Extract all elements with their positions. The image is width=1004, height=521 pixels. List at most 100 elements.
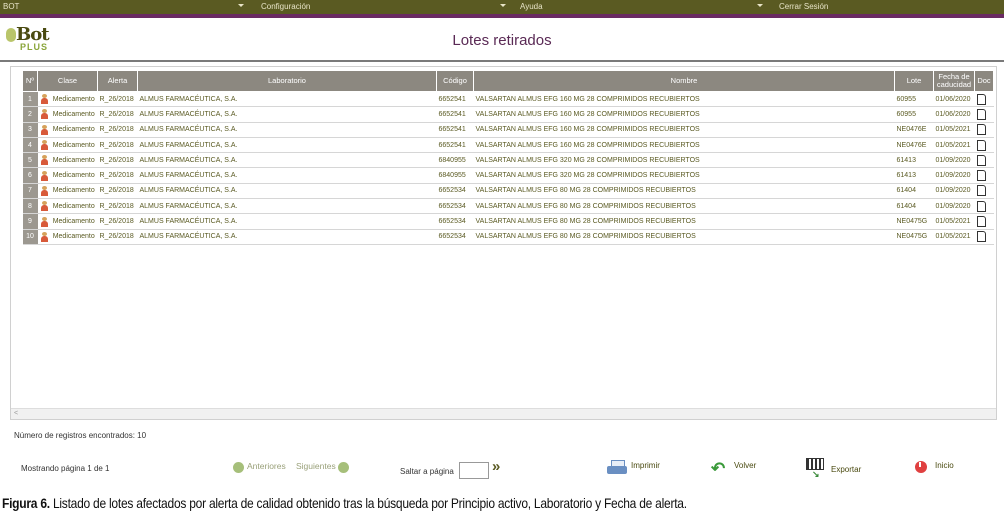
table-row[interactable]: 5 Medicamento R_26/2018 ALMUS FARMACÉUTICA,…: [22, 152, 994, 169]
cell-fecha: 01/06/2020: [933, 106, 975, 123]
cell-nombre: VALSARTAN ALMUS EFG 160 MG 28 COMPRIMIDO…: [473, 122, 895, 138]
cell-fecha: 01/09/2020: [933, 167, 975, 184]
column-header-lote[interactable]: Lote: [894, 70, 934, 92]
figure-caption: Figura 6. Listado de lotes afectados por…: [2, 495, 687, 511]
jump-page-input[interactable]: [459, 462, 489, 479]
cell-alerta: R_26/2018: [97, 229, 138, 245]
previous-arrow-icon[interactable]: [233, 462, 244, 473]
cell-clase: Medicamento: [50, 229, 98, 245]
class-icon-cell: [37, 229, 51, 245]
cell-nombre: VALSARTAN ALMUS EFG 160 MG 28 COMPRIMIDO…: [473, 91, 895, 108]
previous-page-button[interactable]: Anteriores: [247, 461, 286, 471]
table-row[interactable]: 4 Medicamento R_26/2018 ALMUS FARMACÉUTICA,…: [22, 137, 994, 154]
cell-codigo: 6840955: [436, 167, 474, 184]
exit-icon[interactable]: [915, 461, 927, 473]
cell-laboratorio: ALMUS FARMACÉUTICA, S.A.: [137, 91, 437, 108]
cell-nombre: VALSARTAN ALMUS EFG 80 MG 28 COMPRIMIDOS…: [473, 229, 895, 245]
cell-nombre: VALSARTAN ALMUS EFG 80 MG 28 COMPRIMIDOS…: [473, 213, 895, 230]
print-button[interactable]: Imprimir: [631, 461, 660, 470]
column-header-num[interactable]: Nº: [22, 70, 38, 92]
column-header-laboratorio[interactable]: Laboratorio: [137, 70, 437, 92]
cell-laboratorio: ALMUS FARMACÉUTICA, S.A.: [137, 106, 437, 123]
document-icon[interactable]: [976, 170, 986, 182]
document-icon[interactable]: [976, 231, 986, 243]
cell-clase: Medicamento: [50, 137, 98, 154]
back-arrow-icon[interactable]: ↶: [711, 459, 725, 479]
person-icon: [40, 109, 49, 120]
horizontal-scrollbar[interactable]: <: [11, 408, 996, 419]
cell-lote: NE0476E: [894, 137, 934, 154]
cell-codigo: 6652534: [436, 213, 474, 230]
column-header-alerta[interactable]: Alerta: [97, 70, 138, 92]
cell-nombre: VALSARTAN ALMUS EFG 80 MG 28 COMPRIMIDOS…: [473, 183, 895, 200]
column-header-clase[interactable]: Clase: [37, 70, 98, 92]
back-button[interactable]: Volver: [734, 461, 756, 470]
table-row[interactable]: 3 Medicamento R_26/2018 ALMUS FARMACÉUTICA,…: [22, 122, 994, 138]
document-icon[interactable]: [976, 139, 986, 151]
cell-clase: Medicamento: [50, 198, 98, 215]
cell-lote: 61404: [894, 183, 934, 200]
cell-codigo: 6652541: [436, 106, 474, 123]
cell-codigo: 6652541: [436, 122, 474, 138]
person-icon: [40, 185, 49, 196]
cell-lote: NE0475G: [894, 229, 934, 245]
cell-lote: 61413: [894, 167, 934, 184]
nav-item-configuracion[interactable]: Configuración: [261, 2, 310, 11]
table-row[interactable]: 9 Medicamento R_26/2018 ALMUS FARMACÉUTICA,…: [22, 213, 994, 230]
chevron-down-icon: [500, 4, 506, 7]
class-icon-cell: [37, 213, 51, 230]
table-row[interactable]: 6 Medicamento R_26/2018 ALMUS FARMACÉUTICA,…: [22, 167, 994, 184]
class-icon-cell: [37, 137, 51, 154]
app-window: BOT Configuración Ayuda Cerrar Sesión Bo…: [0, 0, 1004, 490]
document-icon[interactable]: [976, 185, 986, 197]
cell-laboratorio: ALMUS FARMACÉUTICA, S.A.: [137, 198, 437, 215]
document-icon[interactable]: [976, 124, 986, 136]
cell-lote: NE0475G: [894, 213, 934, 230]
table-row[interactable]: 10 Medicamento R_26/2018 ALMUS FARMACÉUTICA…: [22, 229, 994, 245]
cell-laboratorio: ALMUS FARMACÉUTICA, S.A.: [137, 229, 437, 245]
document-icon[interactable]: [976, 93, 986, 105]
row-number: 9: [22, 213, 38, 230]
printer-icon[interactable]: [607, 460, 627, 476]
row-number: 2: [22, 106, 38, 123]
cell-alerta: R_26/2018: [97, 122, 138, 138]
doc-cell: [974, 91, 994, 108]
class-icon-cell: [37, 106, 51, 123]
cell-alerta: R_26/2018: [97, 213, 138, 230]
person-icon: [40, 170, 49, 181]
document-icon[interactable]: [976, 216, 986, 228]
table-row[interactable]: 1 Medicamento R_26/2018 ALMUS FARMACÉUTICA,…: [22, 91, 994, 108]
document-icon[interactable]: [976, 108, 986, 120]
chevron-down-icon: [238, 4, 244, 7]
document-icon[interactable]: [976, 200, 986, 212]
person-icon: [40, 140, 49, 151]
go-arrow-icon[interactable]: »: [492, 458, 500, 475]
cell-laboratorio: ALMUS FARMACÉUTICA, S.A.: [137, 137, 437, 154]
cell-laboratorio: ALMUS FARMACÉUTICA, S.A.: [137, 213, 437, 230]
cell-clase: Medicamento: [50, 122, 98, 138]
cell-alerta: R_26/2018: [97, 137, 138, 154]
page-header: Bot PLUS Lotes retirados: [0, 18, 1004, 62]
scroll-left-icon[interactable]: <: [14, 410, 18, 417]
column-header-doc[interactable]: Doc: [974, 70, 994, 92]
cell-lote: 60955: [894, 106, 934, 123]
export-icon[interactable]: ↘: [806, 458, 824, 479]
cell-fecha: 01/05/2021: [933, 122, 975, 138]
document-icon[interactable]: [976, 154, 986, 166]
export-button[interactable]: Exportar: [831, 465, 861, 474]
home-button[interactable]: Inicio: [935, 461, 954, 470]
cell-lote: 61413: [894, 152, 934, 169]
table-row[interactable]: 7 Medicamento R_26/2018 ALMUS FARMACÉUTICA,…: [22, 183, 994, 200]
next-page-button[interactable]: Siguientes: [296, 461, 336, 471]
nav-item-bot[interactable]: BOT: [3, 2, 19, 11]
column-header-codigo[interactable]: Código: [436, 70, 474, 92]
nav-item-ayuda[interactable]: Ayuda: [520, 2, 543, 11]
table-row[interactable]: 8 Medicamento R_26/2018 ALMUS FARMACÉUTICA,…: [22, 198, 994, 215]
nav-item-cerrar-sesion[interactable]: Cerrar Sesión: [779, 2, 828, 11]
class-icon-cell: [37, 183, 51, 200]
column-header-nombre[interactable]: Nombre: [473, 70, 895, 92]
next-arrow-icon[interactable]: [338, 462, 349, 473]
table-row[interactable]: 2 Medicamento R_26/2018 ALMUS FARMACÉUTICA,…: [22, 106, 994, 123]
cell-fecha: 01/09/2020: [933, 198, 975, 215]
column-header-fecha[interactable]: Fecha de caducidad: [933, 70, 975, 92]
